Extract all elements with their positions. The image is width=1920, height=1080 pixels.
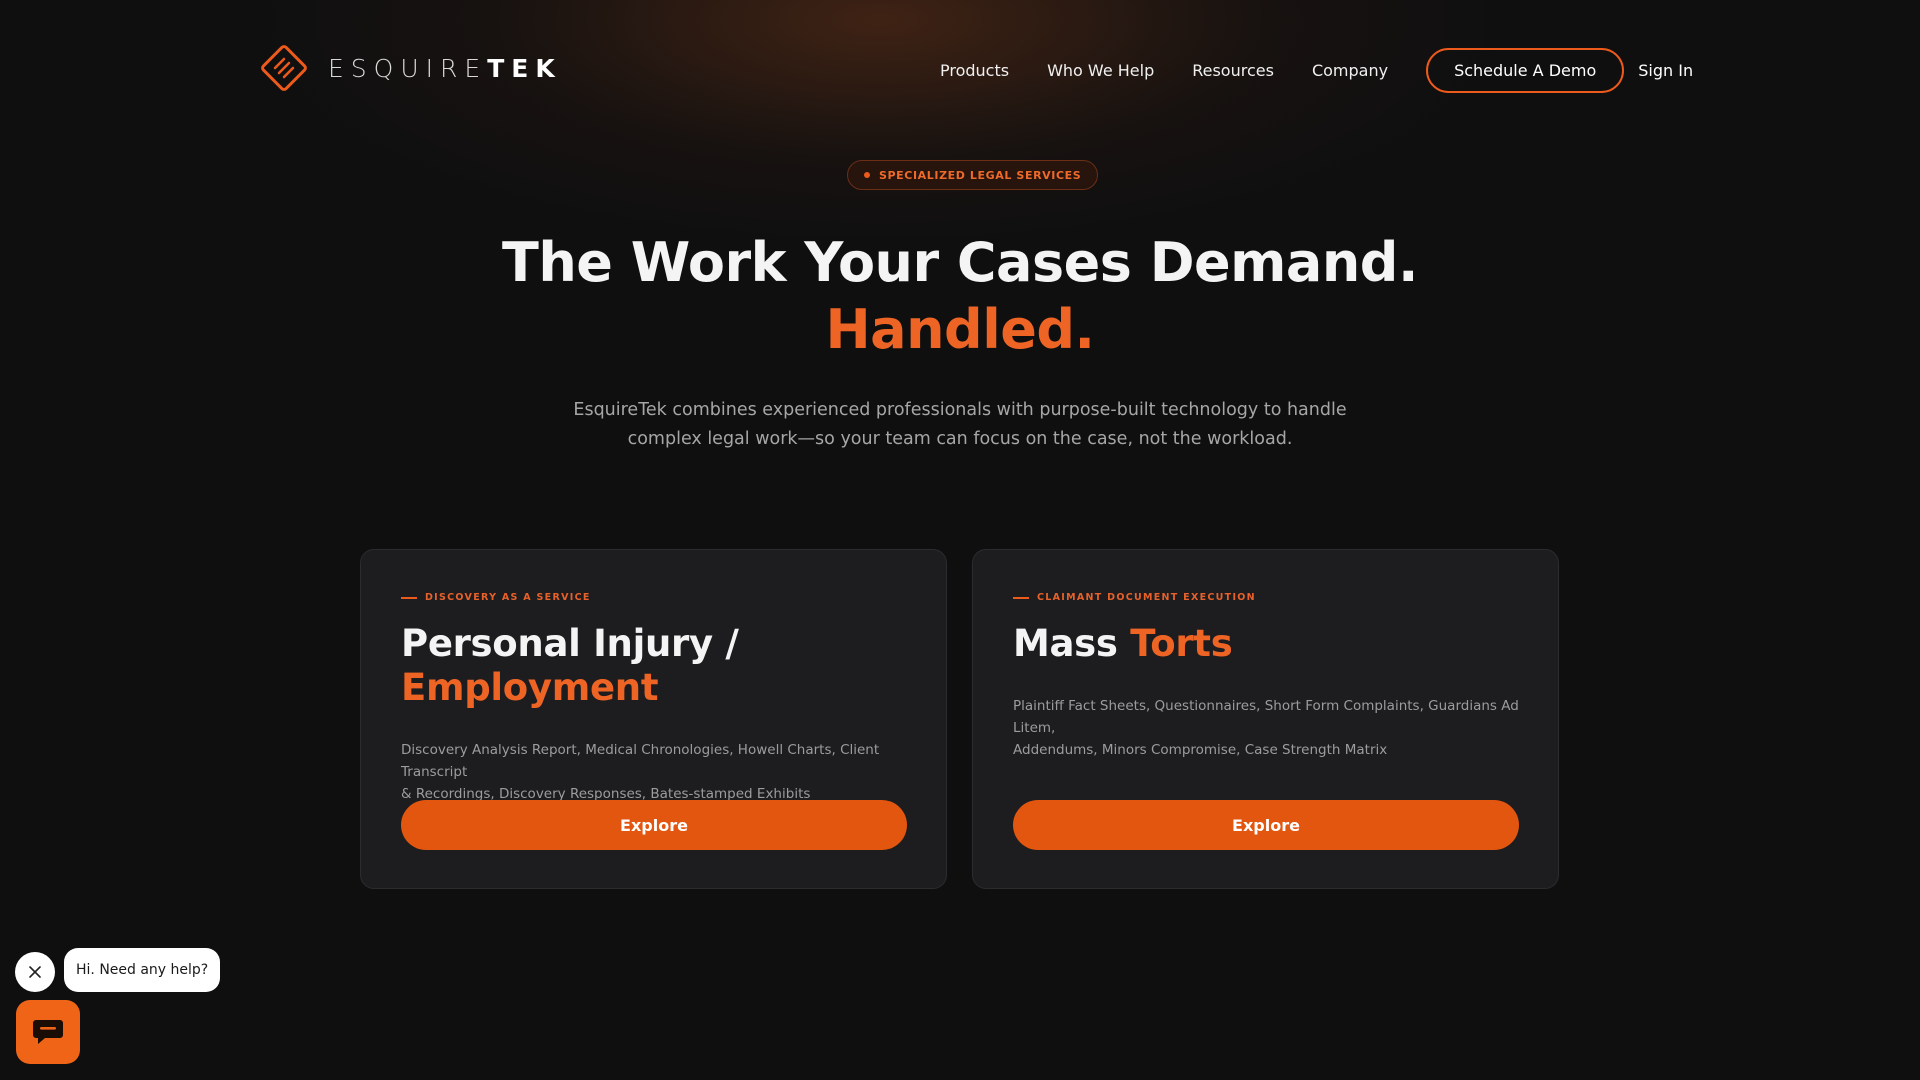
sign-in-link[interactable]: Sign In bbox=[1638, 61, 1693, 80]
brand-wordmark-light: ESQUIRE bbox=[328, 53, 488, 83]
service-card-mass-torts: CLAIMANT DOCUMENT EXECUTION Mass Torts P… bbox=[972, 549, 1559, 889]
main-nav: Products Who We Help Resources Company S… bbox=[940, 47, 1693, 93]
nav-item-who-we-help[interactable]: Who We Help bbox=[1047, 61, 1154, 80]
card-eyebrow: DISCOVERY AS A SERVICE bbox=[401, 592, 591, 603]
nav-item-products[interactable]: Products bbox=[940, 61, 1009, 80]
schedule-demo-button[interactable]: Schedule A Demo bbox=[1426, 47, 1625, 93]
hero-title: The Work Your Cases Demand. bbox=[502, 231, 1418, 294]
service-card-personal-injury: DISCOVERY AS A SERVICE Personal Injury /… bbox=[360, 549, 947, 889]
chat-icon bbox=[33, 1020, 63, 1044]
hero-title-accent: Handled. bbox=[825, 298, 1095, 361]
card-title: Mass Torts bbox=[1013, 622, 1533, 666]
card-title-plain: Personal Injury / bbox=[401, 622, 739, 665]
card-description-line1: Plaintiff Fact Sheets, Questionnaires, S… bbox=[1013, 698, 1519, 736]
hero-badge-label: SPECIALIZED LEGAL SERVICES bbox=[879, 168, 1082, 182]
card-title: Personal Injury / Employment bbox=[401, 622, 921, 710]
card-description: Discovery Analysis Report, Medical Chron… bbox=[401, 739, 917, 805]
eyebrow-dash-icon bbox=[401, 596, 417, 599]
card-title-plain: Mass bbox=[1013, 622, 1131, 665]
brand-wordmark-bold: TEK bbox=[487, 53, 562, 83]
chat-launcher-button[interactable] bbox=[16, 1000, 80, 1064]
eyebrow-dash-icon bbox=[1013, 596, 1029, 599]
card-description: Plaintiff Fact Sheets, Questionnaires, S… bbox=[1013, 695, 1529, 761]
card-description-line1: Discovery Analysis Report, Medical Chron… bbox=[401, 742, 880, 780]
nav-item-resources[interactable]: Resources bbox=[1192, 61, 1274, 80]
explore-mass-torts-button[interactable]: Explore bbox=[1013, 800, 1519, 850]
explore-personal-injury-button[interactable]: Explore bbox=[401, 800, 907, 850]
chat-close-button[interactable] bbox=[15, 952, 55, 992]
nav-item-company[interactable]: Company bbox=[1312, 61, 1388, 80]
hero-subtitle: EsquireTek combines experienced professi… bbox=[560, 396, 1360, 454]
page: ESQUIRETEK Products Who We Help Resource… bbox=[0, 0, 1920, 1080]
card-eyebrow-label: CLAIMANT DOCUMENT EXECUTION bbox=[1037, 592, 1256, 603]
card-eyebrow: CLAIMANT DOCUMENT EXECUTION bbox=[1013, 592, 1256, 603]
chat-greeting-bubble[interactable]: Hi. Need any help? bbox=[64, 948, 221, 992]
card-eyebrow-label: DISCOVERY AS A SERVICE bbox=[425, 592, 591, 603]
esquiretek-diamond-logo-icon bbox=[261, 45, 307, 91]
hero-subtitle-line2: complex legal work—so your team can focu… bbox=[627, 429, 1293, 449]
site-header: ESQUIRETEK Products Who We Help Resource… bbox=[0, 0, 1920, 140]
badge-dot-icon bbox=[864, 172, 870, 178]
hero-subtitle-line1: EsquireTek combines experienced professi… bbox=[573, 400, 1347, 420]
hero-badge: SPECIALIZED LEGAL SERVICES bbox=[847, 160, 1099, 190]
chat-greeting-text: Hi. Need any help? bbox=[76, 962, 209, 978]
card-title-accent: Employment bbox=[401, 666, 659, 709]
brand-wordmark: ESQUIRETEK bbox=[328, 56, 562, 81]
brand-logo[interactable]: ESQUIRETEK bbox=[258, 42, 562, 94]
card-title-accent: Torts bbox=[1130, 622, 1233, 665]
close-icon bbox=[29, 966, 41, 978]
card-description-line2: Addendums, Minors Compromise, Case Stren… bbox=[1013, 742, 1388, 758]
